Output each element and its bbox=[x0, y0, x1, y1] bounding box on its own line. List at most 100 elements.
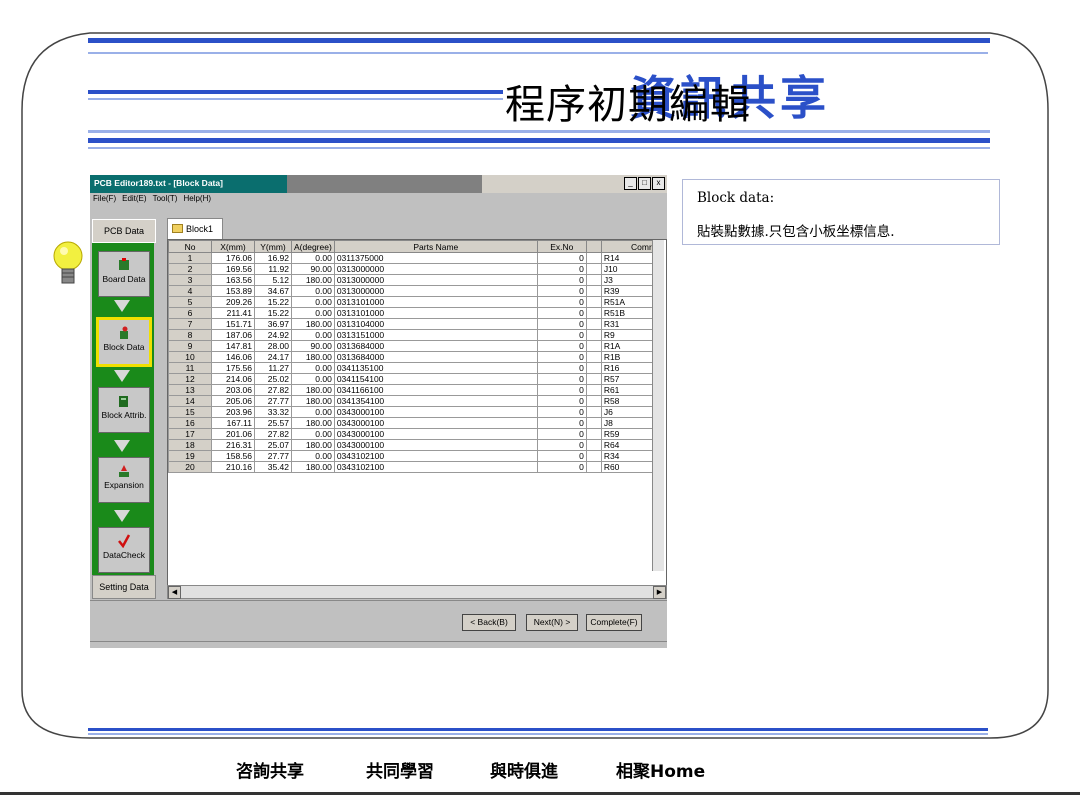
table-cell[interactable]: R64 bbox=[600, 439, 655, 451]
table-cell[interactable]: 0313684000 bbox=[333, 351, 538, 363]
table-cell[interactable]: 0 bbox=[536, 285, 587, 297]
table-cell[interactable]: 0 bbox=[536, 461, 587, 473]
table-cell[interactable]: 203.96 bbox=[211, 406, 255, 418]
table-cell[interactable]: 0313101000 bbox=[333, 296, 538, 308]
table-cell[interactable]: 8 bbox=[168, 329, 212, 341]
table-cell[interactable]: 0.00 bbox=[291, 285, 335, 297]
table-cell[interactable]: 211.41 bbox=[211, 307, 255, 319]
table-cell[interactable]: 7 bbox=[168, 318, 212, 330]
col-no[interactable]: No bbox=[168, 240, 212, 253]
table-cell[interactable]: 0 bbox=[536, 318, 587, 330]
table-cell[interactable]: 0 bbox=[536, 296, 587, 308]
table-cell[interactable]: 175.56 bbox=[211, 362, 255, 374]
back-button[interactable]: < Back(B) bbox=[462, 614, 516, 631]
col-y[interactable]: Y(mm) bbox=[254, 240, 292, 253]
table-cell[interactable]: 5 bbox=[168, 296, 212, 308]
table-cell[interactable]: 0 bbox=[536, 362, 587, 374]
table-cell[interactable]: 27.82 bbox=[254, 384, 292, 396]
table-cell[interactable]: 25.07 bbox=[254, 439, 292, 451]
table-cell[interactable]: 0.00 bbox=[291, 428, 335, 440]
table-cell[interactable] bbox=[585, 450, 602, 462]
table-cell[interactable]: 180.00 bbox=[291, 461, 335, 473]
table-cell[interactable]: 12 bbox=[168, 373, 212, 385]
table-cell[interactable]: 15.22 bbox=[254, 307, 292, 319]
table-row[interactable]: 18 216.31 25.07 180.00 0343000100 0 R64 bbox=[168, 439, 655, 451]
table-cell[interactable]: R9 bbox=[600, 329, 655, 341]
table-cell[interactable]: 0343102100 bbox=[333, 450, 538, 462]
minimize-button[interactable]: _ bbox=[624, 177, 637, 190]
table-cell[interactable]: 0313101000 bbox=[333, 307, 538, 319]
table-cell[interactable]: 11.92 bbox=[254, 263, 292, 275]
table-cell[interactable]: R57 bbox=[600, 373, 655, 385]
table-cell[interactable]: 210.16 bbox=[211, 461, 255, 473]
table-cell[interactable]: 0.00 bbox=[291, 373, 335, 385]
scroll-left-icon[interactable]: ◀ bbox=[168, 586, 181, 599]
table-cell[interactable]: R51A bbox=[600, 296, 655, 308]
table-cell[interactable]: 214.06 bbox=[211, 373, 255, 385]
table-cell[interactable]: 151.71 bbox=[211, 318, 255, 330]
table-cell[interactable]: R61 bbox=[600, 384, 655, 396]
table-cell[interactable]: 19 bbox=[168, 450, 212, 462]
table-cell[interactable]: 163.56 bbox=[211, 274, 255, 286]
table-cell[interactable]: 180.00 bbox=[291, 439, 335, 451]
col-exno[interactable]: Ex.No bbox=[536, 240, 587, 253]
table-cell[interactable]: 9 bbox=[168, 340, 212, 352]
table-cell[interactable]: J6 bbox=[600, 406, 655, 418]
table-cell[interactable]: 0311375000 bbox=[333, 252, 538, 264]
table-cell[interactable]: R39 bbox=[600, 285, 655, 297]
table-cell[interactable]: 216.31 bbox=[211, 439, 255, 451]
table-cell[interactable]: R1A bbox=[600, 340, 655, 352]
tab-pcb-data[interactable]: PCB Data bbox=[92, 219, 156, 243]
sidebar-item-block-attrib[interactable]: Block Attrib. bbox=[98, 387, 150, 433]
scroll-right-icon[interactable]: ▶ bbox=[653, 586, 666, 599]
table-cell[interactable]: 13 bbox=[168, 384, 212, 396]
table-cell[interactable]: 0.00 bbox=[291, 406, 335, 418]
table-cell[interactable]: 10 bbox=[168, 351, 212, 363]
table-cell[interactable] bbox=[585, 417, 602, 429]
col-comment[interactable]: Comr bbox=[600, 240, 655, 253]
table-cell[interactable]: 24.17 bbox=[254, 351, 292, 363]
table-cell[interactable]: 17 bbox=[168, 428, 212, 440]
table-cell[interactable] bbox=[585, 439, 602, 451]
table-cell[interactable] bbox=[585, 329, 602, 341]
col-blank[interactable] bbox=[585, 240, 602, 253]
table-row[interactable]: 6 211.41 15.22 0.00 0313101000 0 R51B bbox=[168, 307, 655, 319]
table-cell[interactable]: 205.06 bbox=[211, 395, 255, 407]
menu-edit[interactable]: Edit(E) bbox=[122, 194, 146, 206]
table-cell[interactable]: 5.12 bbox=[254, 274, 292, 286]
table-cell[interactable]: J8 bbox=[600, 417, 655, 429]
table-cell[interactable]: 25.57 bbox=[254, 417, 292, 429]
table-cell[interactable]: 176.06 bbox=[211, 252, 255, 264]
table-cell[interactable]: 180.00 bbox=[291, 417, 335, 429]
sidebar-item-block-data[interactable]: Block Data bbox=[96, 317, 152, 367]
table-cell[interactable]: R31 bbox=[600, 318, 655, 330]
menu-tool[interactable]: Tool(T) bbox=[153, 194, 178, 206]
table-cell[interactable]: 203.06 bbox=[211, 384, 255, 396]
table-cell[interactable]: 209.26 bbox=[211, 296, 255, 308]
table-cell[interactable]: 0 bbox=[536, 439, 587, 451]
tab-block1[interactable]: Block1 bbox=[167, 218, 223, 239]
table-cell[interactable]: 28.00 bbox=[254, 340, 292, 352]
table-cell[interactable]: 0.00 bbox=[291, 450, 335, 462]
table-row[interactable]: 1 176.06 16.92 0.00 0311375000 0 R14 bbox=[168, 252, 655, 264]
col-x[interactable]: X(mm) bbox=[211, 240, 255, 253]
vertical-scrollbar[interactable] bbox=[652, 240, 664, 571]
table-cell[interactable]: 0 bbox=[536, 274, 587, 286]
complete-button[interactable]: Complete(F) bbox=[586, 614, 642, 631]
table-cell[interactable] bbox=[585, 461, 602, 473]
footer-link-home[interactable]: 相聚Home bbox=[616, 757, 705, 782]
table-cell[interactable]: R34 bbox=[600, 450, 655, 462]
table-cell[interactable]: 0 bbox=[536, 395, 587, 407]
table-cell[interactable]: 15.22 bbox=[254, 296, 292, 308]
col-angle[interactable]: A(degree) bbox=[291, 240, 335, 253]
table-cell[interactable]: 0.00 bbox=[291, 362, 335, 374]
table-cell[interactable] bbox=[585, 274, 602, 286]
table-cell[interactable] bbox=[585, 318, 602, 330]
table-cell[interactable]: R16 bbox=[600, 362, 655, 374]
table-cell[interactable]: R58 bbox=[600, 395, 655, 407]
table-cell[interactable] bbox=[585, 263, 602, 275]
sidebar-item-datacheck[interactable]: DataCheck bbox=[98, 527, 150, 573]
horizontal-scrollbar[interactable]: ◀ ▶ bbox=[167, 585, 667, 599]
table-cell[interactable]: J3 bbox=[600, 274, 655, 286]
table-cell[interactable]: R59 bbox=[600, 428, 655, 440]
